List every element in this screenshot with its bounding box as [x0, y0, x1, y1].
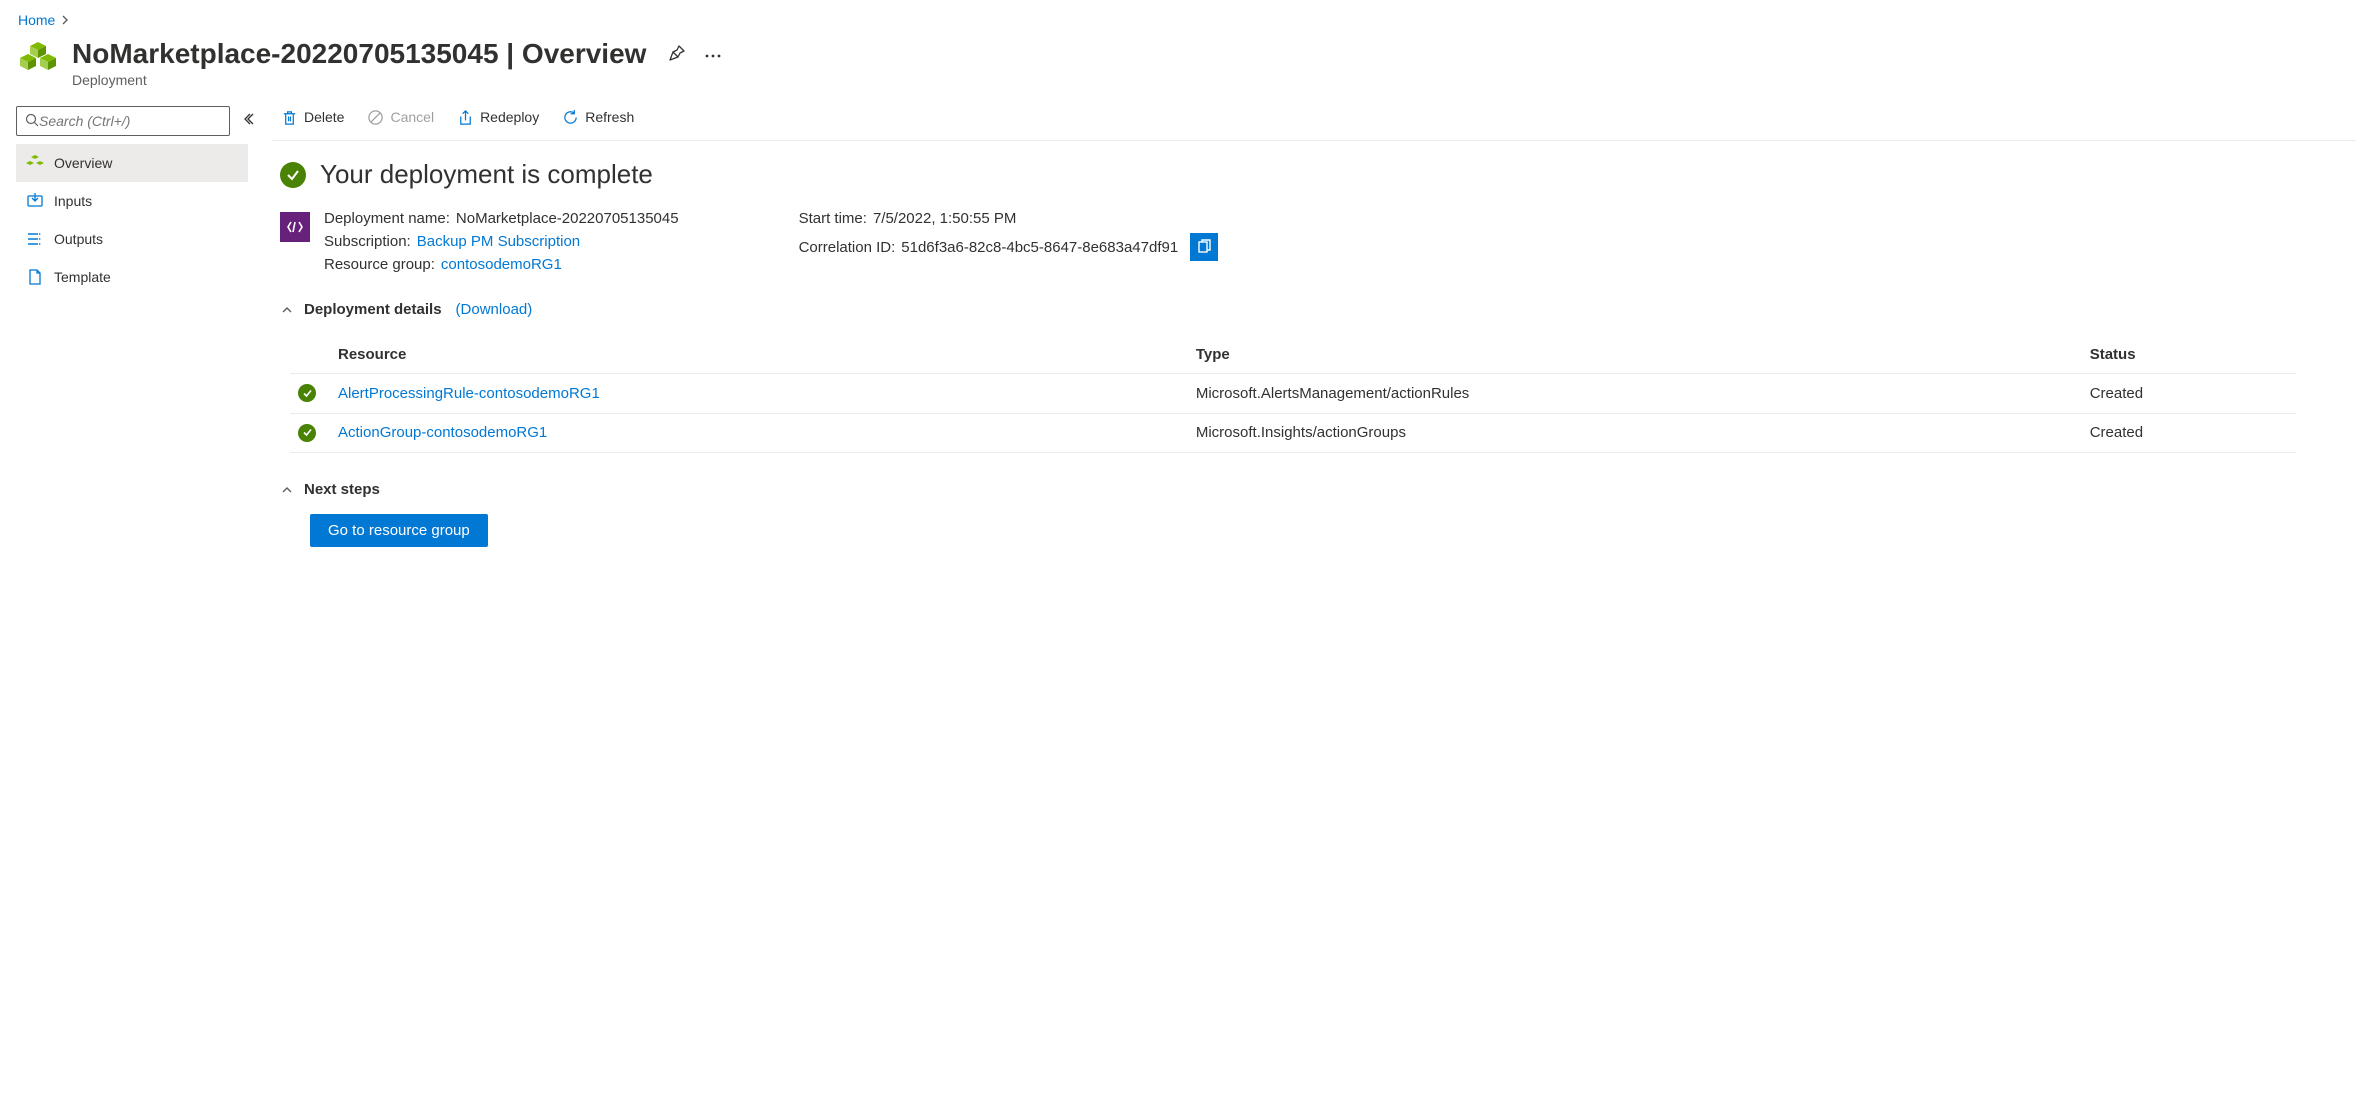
- col-status: Status: [2082, 336, 2296, 374]
- resource-type: Microsoft.Insights/actionGroups: [1188, 413, 2082, 453]
- search-icon: [25, 113, 39, 130]
- cancel-icon: [366, 108, 384, 126]
- deployment-details-table: Resource Type Status AlertProcessingRule…: [290, 336, 2296, 453]
- sidebar-item-label: Inputs: [54, 193, 92, 209]
- page-subtitle: Deployment: [72, 72, 726, 88]
- start-time-value: 7/5/2022, 1:50:55 PM: [873, 210, 1016, 227]
- page-title: NoMarketplace-20220705135045 | Overview: [72, 38, 646, 70]
- refresh-icon: [561, 108, 579, 126]
- resource-status: Created: [2082, 413, 2296, 453]
- redeploy-label: Redeploy: [480, 109, 539, 125]
- sidebar-item-template[interactable]: Template: [16, 258, 248, 296]
- sidebar-item-label: Overview: [54, 155, 112, 171]
- col-resource: Resource: [330, 336, 1188, 374]
- deployment-name-value: NoMarketplace-20220705135045: [456, 210, 679, 227]
- sidebar-search[interactable]: [16, 106, 230, 136]
- sidebar-item-outputs[interactable]: Outputs: [16, 220, 248, 258]
- success-dot-icon: [298, 384, 316, 402]
- breadcrumb: Home: [16, 10, 2356, 38]
- status-header: Your deployment is complete: [280, 159, 2348, 190]
- sidebar-item-inputs[interactable]: Inputs: [16, 182, 248, 220]
- pin-button[interactable]: [664, 40, 690, 69]
- resource-status: Created: [2082, 374, 2296, 414]
- subscription-label: Subscription:: [324, 233, 411, 250]
- outputs-icon: [26, 230, 44, 248]
- chevron-up-icon[interactable]: [280, 303, 294, 317]
- resource-type: Microsoft.AlertsManagement/actionRules: [1188, 374, 2082, 414]
- resource-link[interactable]: AlertProcessingRule-contosodemoRG1: [338, 385, 600, 402]
- subscription-link[interactable]: Backup PM Subscription: [417, 233, 580, 250]
- sidebar-item-overview[interactable]: Overview: [16, 144, 248, 182]
- copy-correlation-button[interactable]: [1190, 233, 1218, 261]
- deployment-details-title: Deployment details: [304, 301, 442, 318]
- chevron-right-icon: [61, 12, 71, 28]
- next-steps-title: Next steps: [304, 481, 380, 498]
- command-bar: Delete Cancel Redeploy Refresh: [272, 106, 2356, 141]
- main-content: Delete Cancel Redeploy Refresh: [248, 106, 2356, 547]
- cancel-button: Cancel: [366, 106, 434, 128]
- next-steps-section: Next steps Go to resource group: [280, 481, 2348, 547]
- table-row: ActionGroup-contosodemoRG1 Microsoft.Ins…: [290, 413, 2296, 453]
- inputs-icon: [26, 192, 44, 210]
- start-time-label: Start time:: [799, 210, 867, 227]
- resource-group-link[interactable]: contosodemoRG1: [441, 256, 562, 273]
- cancel-label: Cancel: [390, 109, 434, 125]
- sidebar-item-label: Template: [54, 269, 111, 285]
- redeploy-icon: [456, 108, 474, 126]
- search-input[interactable]: [39, 113, 221, 129]
- success-check-icon: [280, 162, 306, 188]
- arm-template-icon: [280, 212, 310, 242]
- more-button[interactable]: [700, 43, 726, 66]
- deployment-name-label: Deployment name:: [324, 210, 450, 227]
- trash-icon: [280, 108, 298, 126]
- sidebar: Overview Inputs Outputs Template: [16, 106, 248, 547]
- resource-link[interactable]: ActionGroup-contosodemoRG1: [338, 424, 547, 441]
- correlation-id-label: Correlation ID:: [799, 239, 896, 256]
- go-to-resource-group-button[interactable]: Go to resource group: [310, 514, 488, 547]
- cubes-icon: [26, 154, 44, 172]
- redeploy-button[interactable]: Redeploy: [456, 106, 539, 128]
- deployment-details-section: Deployment details (Download) Resource T…: [280, 301, 2348, 453]
- status-heading: Your deployment is complete: [320, 159, 653, 190]
- refresh-button[interactable]: Refresh: [561, 106, 634, 128]
- refresh-label: Refresh: [585, 109, 634, 125]
- col-type: Type: [1188, 336, 2082, 374]
- table-row: AlertProcessingRule-contosodemoRG1 Micro…: [290, 374, 2296, 414]
- deployment-cubes-icon: [18, 38, 58, 81]
- success-dot-icon: [298, 424, 316, 442]
- sidebar-item-label: Outputs: [54, 231, 103, 247]
- template-icon: [26, 268, 44, 286]
- correlation-id-value: 51d6f3a6-82c8-4bc5-8647-8e683a47df91: [901, 239, 1178, 256]
- delete-label: Delete: [304, 109, 344, 125]
- chevron-up-icon[interactable]: [280, 483, 294, 497]
- download-link[interactable]: (Download): [456, 301, 533, 318]
- resource-group-label: Resource group:: [324, 256, 435, 273]
- page-header: NoMarketplace-20220705135045 | Overview …: [16, 38, 2356, 88]
- delete-button[interactable]: Delete: [280, 106, 344, 128]
- breadcrumb-home[interactable]: Home: [18, 12, 55, 28]
